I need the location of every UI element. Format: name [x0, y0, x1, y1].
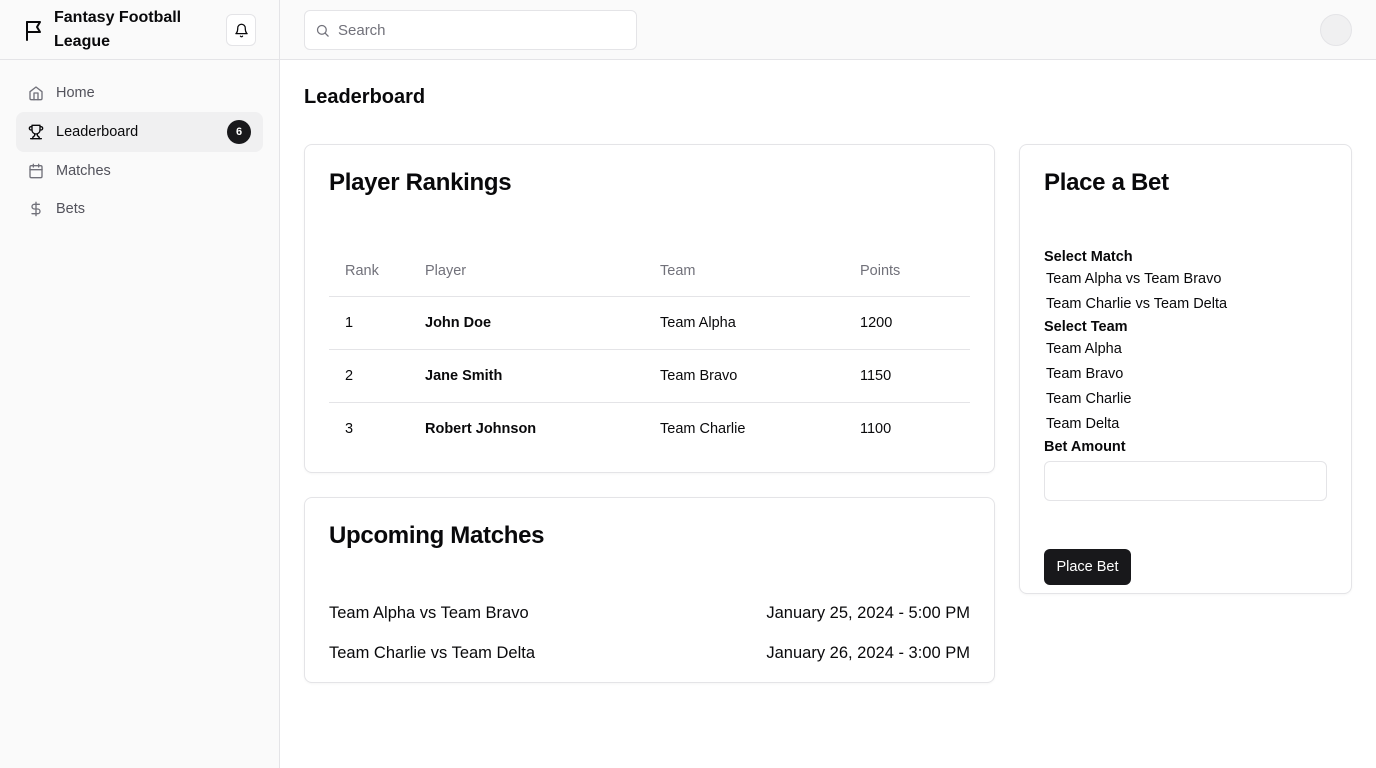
bell-icon: [234, 23, 249, 38]
player-cell: John Doe: [409, 296, 644, 350]
player-cell: Jane Smith: [409, 349, 644, 403]
rank-cell: 3: [345, 420, 354, 437]
place-bet-card: Place a Bet Select Match Team Alpha vs T…: [1019, 144, 1352, 594]
list-item: Team Alpha vs Team Bravo January 25, 202…: [329, 593, 970, 633]
app-title: Fantasy Football League: [54, 8, 182, 50]
match-date: January 26, 2024 - 3:00 PM: [766, 643, 970, 662]
rankings-table: Rank Player Team Points 1 John Doe Team …: [329, 247, 970, 455]
search-icon: [315, 23, 330, 38]
player-rankings-title: Player Rankings: [329, 169, 512, 196]
bet-form: Select Match Team Alpha vs Team Bravo Te…: [1044, 247, 1327, 585]
points-cell: 1200: [844, 296, 970, 350]
bet-amount-label: Bet Amount: [1044, 439, 1126, 455]
sidebar-item-matches[interactable]: Matches: [16, 152, 263, 190]
match-list: Team Alpha vs Team Bravo January 25, 202…: [329, 593, 970, 673]
trophy-icon: [28, 124, 44, 140]
match-option[interactable]: Team Alpha vs Team Bravo: [1044, 267, 1327, 292]
sidebar-item-label: Bets: [56, 201, 86, 217]
sidebar-header: Fantasy Football League: [0, 0, 279, 60]
team-select: Team Alpha Team Bravo Team Charlie Team …: [1044, 337, 1327, 437]
team-option[interactable]: Team Bravo: [1044, 362, 1327, 387]
column-header-points: Points: [844, 247, 970, 297]
match-date: January 25, 2024 - 5:00 PM: [766, 603, 970, 622]
points-cell: 1100: [860, 420, 892, 437]
sidebar-item-label: Home: [56, 85, 95, 101]
column-header-team: Team: [644, 247, 844, 297]
match-name: Team Alpha vs Team Bravo: [329, 603, 529, 622]
topbar: [280, 0, 1376, 60]
place-bet-title: Place a Bet: [1044, 169, 1169, 196]
table-row: 2 Jane Smith Team Bravo 1150: [329, 349, 970, 403]
flag-icon: [24, 19, 46, 41]
table-header-row: Rank Player Team Points: [329, 247, 970, 297]
match-name: Team Charlie vs Team Delta: [329, 643, 536, 662]
player-cell: Robert Johnson: [425, 420, 537, 437]
team-cell: Team Alpha: [644, 296, 844, 350]
team-option[interactable]: Team Charlie: [1044, 387, 1327, 412]
search-input[interactable]: [338, 21, 618, 39]
sidebar-item-home[interactable]: Home: [16, 74, 263, 112]
table-row: 1 John Doe Team Alpha 1200: [329, 296, 970, 350]
dollar-icon: [28, 201, 44, 217]
sidebar-item-bets[interactable]: Bets: [16, 190, 263, 228]
search-box[interactable]: [304, 10, 637, 50]
sidebar-item-label: Matches: [56, 163, 111, 179]
column-header-rank: Rank: [329, 247, 409, 297]
list-item: Team Charlie vs Team Delta January 26, 2…: [329, 633, 970, 673]
calendar-icon: [28, 163, 44, 179]
match-option[interactable]: Team Charlie vs Team Delta: [1044, 292, 1327, 317]
match-select: Team Alpha vs Team Bravo Team Charlie vs…: [1044, 267, 1327, 317]
rank-cell: 2: [329, 349, 409, 403]
notifications-button[interactable]: [226, 14, 256, 46]
leaderboard-count-badge: 6: [227, 120, 251, 144]
team-option[interactable]: Team Alpha: [1044, 337, 1327, 362]
select-team-label: Select Team: [1044, 319, 1128, 335]
team-cell: Team Bravo: [644, 349, 844, 403]
team-option[interactable]: Team Delta: [1044, 412, 1327, 437]
place-bet-button[interactable]: Place Bet: [1044, 549, 1131, 585]
table-row: 3 Robert Johnson Team Charlie 1100: [329, 402, 970, 455]
column-header-player: Player: [409, 247, 644, 297]
points-cell: 1150: [844, 349, 970, 403]
avatar[interactable]: [1320, 14, 1352, 46]
page-title: Leaderboard: [304, 86, 426, 108]
select-match-label: Select Match: [1044, 249, 1133, 265]
team-cell: Team Charlie: [660, 420, 746, 437]
sidebar-nav: Home Leaderboard 6 Matches Bets: [0, 60, 279, 242]
player-rankings-card: Player Rankings Rank Player Team Points …: [304, 144, 995, 473]
sidebar: Fantasy Football League Home Leaderboard…: [0, 0, 280, 768]
rank-cell: 1: [329, 296, 409, 350]
upcoming-matches-title: Upcoming Matches: [329, 522, 545, 549]
sidebar-item-leaderboard[interactable]: Leaderboard 6: [16, 112, 263, 152]
sidebar-item-label: Leaderboard: [56, 124, 139, 140]
bet-amount-input[interactable]: [1044, 461, 1327, 501]
upcoming-matches-card: Upcoming Matches Team Alpha vs Team Brav…: [304, 497, 995, 683]
home-icon: [28, 85, 44, 101]
